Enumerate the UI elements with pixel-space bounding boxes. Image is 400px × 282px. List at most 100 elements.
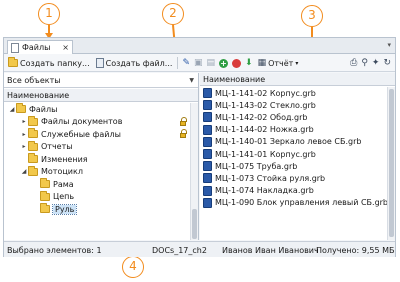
folder-icon xyxy=(40,178,50,189)
grb-file-icon xyxy=(203,197,212,208)
status-bar: Выбрано элементов: 1 DOCs_17_ch2 Иванов … xyxy=(4,241,395,257)
create-folder-button[interactable]: Создать папку... xyxy=(7,56,91,70)
status-received: Получено: 9,55 МБ xyxy=(316,246,395,255)
add-icon[interactable]: + xyxy=(219,58,229,68)
tree-item[interactable]: ▸ Служебные файлы xyxy=(4,128,190,141)
grb-file-icon xyxy=(203,161,212,172)
file-row[interactable]: МЦ-1-141-01 Корпус.grb xyxy=(200,148,386,160)
list-column-header-label: Наименование xyxy=(203,74,266,84)
tree-item-label: Цепь xyxy=(53,192,75,202)
grb-file-icon xyxy=(203,149,212,160)
save-icon[interactable]: ▣ xyxy=(194,58,203,68)
toolbar: Создать папку... Создать файл... ✎ ▣ ▤ +… xyxy=(4,55,395,72)
tree-item-label: Файлы документов xyxy=(41,117,123,127)
callout-3: 3 xyxy=(301,5,323,27)
folder-icon xyxy=(28,128,38,139)
file-name: МЦ-1-074 Накладка.grb xyxy=(215,186,314,196)
tab-menu-chevron-icon[interactable]: ▾ xyxy=(387,41,391,49)
tree-scrollbar-thumb[interactable] xyxy=(192,209,197,239)
search-icon[interactable]: ⚲ xyxy=(361,58,368,68)
tree-column-header-label: Наименование xyxy=(7,90,70,100)
list-column-header[interactable]: Наименование xyxy=(200,73,395,86)
object-filter-select[interactable]: Все объекты ▼ xyxy=(4,73,198,88)
folder-icon xyxy=(28,115,38,126)
file-name: МЦ-1-140-01 Зеркало левое СБ.grb xyxy=(215,137,362,147)
refresh-icon[interactable]: ↻ xyxy=(383,58,391,68)
folder-icon xyxy=(28,165,38,176)
tree-item[interactable]: ▸ Отчеты xyxy=(4,140,190,154)
callout-1: 1 xyxy=(38,3,60,25)
stop-icon[interactable] xyxy=(232,58,242,68)
file-row[interactable]: МЦ-1-142-02 Обод.grb xyxy=(200,111,386,123)
tree-item[interactable]: Руль xyxy=(4,203,190,216)
tree-item-label: Файлы xyxy=(29,104,58,114)
file-list: МЦ-1-141-02 Корпус.grb МЦ-1-143-02 Стекло… xyxy=(200,87,389,209)
tree-item[interactable]: ◢ Файлы xyxy=(4,103,190,116)
tree-item-label: Рама xyxy=(53,179,74,189)
file-row[interactable]: МЦ-1-075 Труба.grb xyxy=(200,160,386,172)
file-row[interactable]: МЦ-1-073 Стойка руля.grb xyxy=(200,172,386,184)
tree-column-header[interactable]: Наименование xyxy=(4,89,198,102)
folder-icon xyxy=(40,190,50,201)
folder-tree-pane: Все объекты ▼ Наименование ◢ Файлы ▸ Файлы … xyxy=(4,73,199,240)
delete-file-icon[interactable]: ▤ xyxy=(207,58,216,68)
expander-icon[interactable]: ▸ xyxy=(20,131,28,138)
tab-files-label: Файлы xyxy=(22,43,51,52)
file-name: МЦ-1-142-02 Обод.grb xyxy=(215,112,308,122)
print-icon[interactable]: ⎙ xyxy=(350,58,357,68)
list-scrollbar[interactable] xyxy=(387,87,395,240)
file-row[interactable]: МЦ-1-140-01 Зеркало левое СБ.grb xyxy=(200,136,386,148)
new-folder-icon xyxy=(8,57,18,67)
folder-icon xyxy=(28,153,38,164)
folder-icon xyxy=(40,203,50,214)
file-row[interactable]: МЦ-1-141-02 Корпус.grb xyxy=(200,87,386,99)
settings-wrench-icon[interactable]: ✦ xyxy=(372,58,380,68)
tree-item-label: Служебные файлы xyxy=(41,129,121,139)
expander-icon[interactable]: ▸ xyxy=(20,118,28,125)
file-name: МЦ-1-090 Блок управления левый СБ.grb xyxy=(215,198,389,208)
report-icon: ▦ xyxy=(257,58,267,68)
grb-file-icon xyxy=(203,100,212,111)
chevron-down-icon: ▼ xyxy=(189,76,194,84)
expander-icon[interactable]: ◢ xyxy=(20,168,28,175)
files-tab-icon xyxy=(11,42,19,53)
file-name: МЦ-1-143-02 Стекло.grb xyxy=(215,100,316,110)
grb-file-icon xyxy=(203,173,212,184)
file-row[interactable]: МЦ-1-074 Накладка.grb xyxy=(200,185,386,197)
list-scrollbar-thumb[interactable] xyxy=(389,89,394,237)
edit-pencil-icon[interactable]: ✎ xyxy=(182,58,190,68)
status-user: Иванов Иван Иванович xyxy=(222,246,319,255)
tree-item[interactable]: Цепь xyxy=(4,190,190,204)
expander-icon[interactable]: ▸ xyxy=(20,143,28,150)
file-list-pane: Наименование МЦ-1-141-02 Корпус.grb МЦ-1-… xyxy=(200,73,395,240)
status-selected-count: Выбрано элементов: 1 xyxy=(7,246,102,255)
tree-item-label: Руль xyxy=(51,203,78,215)
close-icon[interactable]: × xyxy=(62,43,69,52)
file-row[interactable]: МЦ-1-143-02 Стекло.grb xyxy=(200,99,386,111)
folder-icon xyxy=(28,140,38,151)
tree-item[interactable]: ◢ Мотоцикл xyxy=(4,165,190,179)
tree-item-label: Отчеты xyxy=(41,142,73,152)
folder-tree: ◢ Файлы ▸ Файлы документов ▸ Служебные файлы ▸… xyxy=(4,103,190,216)
tree-item[interactable]: Изменения xyxy=(4,153,190,166)
expander-icon[interactable]: ◢ xyxy=(8,106,16,113)
file-name: МЦ-1-141-01 Корпус.grb xyxy=(215,149,316,159)
download-icon[interactable]: ⬇ xyxy=(245,58,253,68)
tree-item[interactable]: ▸ Файлы документов xyxy=(4,115,190,129)
grb-file-icon xyxy=(203,88,212,99)
file-row[interactable]: МЦ-1-144-02 Ножка.grb xyxy=(200,124,386,136)
folder-icon xyxy=(16,103,26,114)
object-filter-value: Все объекты xyxy=(7,75,61,85)
report-button[interactable]: ▦ Отчёт ▾ xyxy=(257,56,300,70)
file-row[interactable]: МЦ-1-090 Блок управления левый СБ.grb xyxy=(200,197,389,209)
tree-scrollbar[interactable] xyxy=(190,103,198,240)
tree-item-label: Мотоцикл xyxy=(41,167,83,177)
create-file-button[interactable]: Создать файл... xyxy=(95,56,174,70)
tree-item[interactable]: Рама xyxy=(4,178,190,191)
file-name: МЦ-1-141-02 Корпус.grb xyxy=(215,88,316,98)
grb-file-icon xyxy=(203,185,212,196)
file-name: МЦ-1-073 Стойка руля.grb xyxy=(215,173,326,183)
tab-files[interactable]: Файлы × xyxy=(7,40,73,54)
tab-strip: Файлы × ▾ xyxy=(4,38,395,54)
grb-file-icon xyxy=(203,112,212,123)
